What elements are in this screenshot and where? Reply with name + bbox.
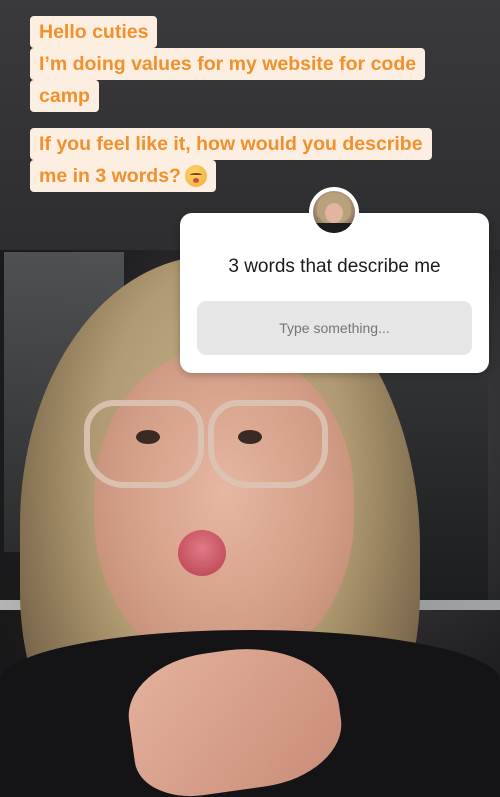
caption-line: me in 3 words? (30, 160, 216, 192)
face (94, 350, 354, 670)
answer-input[interactable] (197, 301, 472, 355)
avatar-shirt (313, 223, 355, 233)
question-sticker[interactable]: 3 words that describe me (180, 213, 489, 373)
right-eye (238, 430, 262, 444)
caption-line: Hello cuties (30, 16, 158, 48)
caption-line: I’m doing values for my website for code (30, 48, 426, 80)
caption-line: If you feel like it, how would you descr… (30, 128, 432, 160)
caption-line-text: me in 3 words? (39, 165, 181, 187)
avatar-face (325, 203, 343, 223)
left-eye (136, 430, 160, 444)
kissing-face-icon (184, 165, 207, 187)
lips (178, 530, 226, 576)
greeting-caption[interactable]: Hello cuties I’m doing values for my web… (30, 16, 426, 112)
question-caption[interactable]: If you feel like it, how would you descr… (30, 128, 432, 192)
glasses-left-lens (84, 400, 204, 488)
question-sticker-title: 3 words that describe me (228, 256, 441, 277)
caption-line: camp (30, 80, 99, 112)
avatar (313, 191, 355, 233)
glasses-right-lens (208, 400, 328, 488)
